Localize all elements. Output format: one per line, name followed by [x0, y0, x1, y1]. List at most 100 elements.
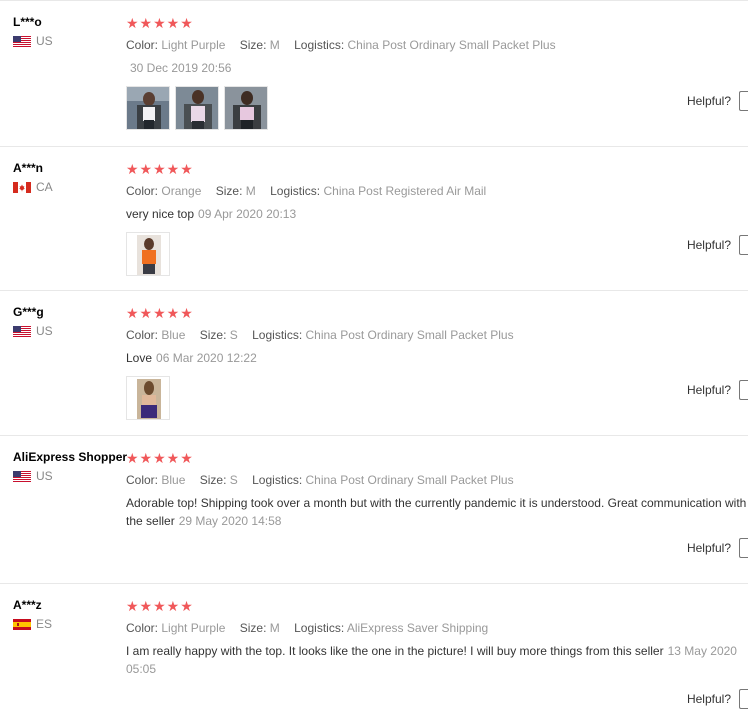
reviewer-info: AliExpress Shopper US: [13, 450, 127, 483]
review-body: ★★★★★ Color: Light Purple Size: M Logist…: [126, 16, 748, 130]
size-key: Size:: [239, 621, 267, 635]
review-content: Love 06 Mar 2020 12:22: [126, 349, 748, 367]
review-photo[interactable]: [224, 86, 268, 130]
review-item: A***n CA ★★★★★ Color: Orange Size: M Log…: [0, 146, 748, 290]
helpful-button[interactable]: [739, 91, 748, 111]
logistics-key: Logistics:: [252, 328, 303, 342]
review-date: 09 Apr 2020 20:13: [198, 207, 297, 221]
review-text: I am really happy with the top. It looks…: [126, 644, 664, 658]
review-photos: [126, 376, 748, 420]
helpful-button[interactable]: [739, 538, 748, 558]
reviewer-country: ES: [13, 617, 125, 631]
size-value: S: [229, 328, 238, 342]
helpful-label: Helpful?: [686, 238, 731, 252]
color-key: Color:: [126, 38, 159, 52]
helpful-label: Helpful?: [686, 383, 731, 397]
reviewer-country: CA: [13, 180, 125, 194]
color-key: Color:: [126, 184, 159, 198]
logistics-value: China Post Registered Air Mail: [323, 184, 487, 198]
color-value: Orange: [161, 184, 202, 198]
color-value: Blue: [161, 473, 186, 487]
review-photo[interactable]: [175, 86, 219, 130]
reviewer-name: A***z: [13, 598, 42, 612]
color-key: Color:: [126, 473, 159, 487]
size-key: Size:: [215, 184, 243, 198]
review-body: ★★★★★ Color: Blue Size: S Logistics: Chi…: [126, 451, 748, 530]
star-rating: ★★★★★: [126, 15, 194, 31]
color-value: Blue: [161, 328, 186, 342]
review-photos: [126, 86, 748, 130]
review-item: L***o US ★★★★★ Color: Light Purple Size:…: [0, 0, 748, 146]
review-date: 29 May 2020 14:58: [178, 514, 282, 528]
es-flag-icon: [13, 618, 31, 630]
size-value: S: [229, 473, 238, 487]
size-value: M: [269, 38, 280, 52]
review-date: 06 Mar 2020 12:22: [156, 351, 257, 365]
reviewer-country: US: [13, 469, 125, 483]
star-rating: ★★★★★: [126, 305, 194, 321]
us-flag-icon: [13, 35, 31, 47]
helpful-label: Helpful?: [686, 94, 731, 108]
star-rating: ★★★★★: [126, 598, 194, 614]
review-item: A***z ES ★★★★★ Color: Light Purple Size:…: [0, 583, 748, 723]
review-body: ★★★★★ Color: Orange Size: M Logistics: C…: [126, 162, 748, 276]
review-text: Love: [126, 351, 153, 365]
order-properties: Color: Orange Size: M Logistics: China P…: [126, 184, 748, 198]
review-list: L***o US ★★★★★ Color: Light Purple Size:…: [0, 0, 748, 723]
logistics-value: China Post Ordinary Small Packet Plus: [305, 473, 514, 487]
logistics-value: China Post Ordinary Small Packet Plus: [305, 328, 514, 342]
country-code: US: [36, 34, 53, 48]
review-content: Adorable top! Shipping took over a month…: [126, 494, 748, 530]
color-key: Color:: [126, 328, 159, 342]
country-code: CA: [36, 180, 53, 194]
reviewer-name: A***n: [13, 161, 44, 175]
logistics-key: Logistics:: [294, 621, 345, 635]
size-value: M: [269, 621, 280, 635]
logistics-value: AliExpress Saver Shipping: [346, 621, 489, 635]
order-properties: Color: Light Purple Size: M Logistics: A…: [126, 621, 748, 635]
star-rating: ★★★★★: [126, 450, 194, 466]
size-key: Size:: [199, 328, 227, 342]
size-key: Size:: [199, 473, 227, 487]
helpful-button[interactable]: [739, 235, 748, 255]
review-body: ★★★★★ Color: Blue Size: S Logistics: Chi…: [126, 306, 748, 420]
country-code: US: [36, 324, 53, 338]
review-item: G***g US ★★★★★ Color: Blue Size: S Logis…: [0, 290, 748, 435]
reviewer-info: G***g US: [13, 305, 125, 338]
helpful-section: Helpful?: [687, 91, 748, 111]
review-photos: [126, 232, 748, 276]
reviewer-name: L***o: [13, 15, 42, 29]
review-item: AliExpress Shopper US ★★★★★ Color: Blue …: [0, 435, 748, 583]
reviewer-country: US: [13, 324, 125, 338]
review-body: ★★★★★ Color: Light Purple Size: M Logist…: [126, 599, 748, 678]
review-text: very nice top: [126, 207, 195, 221]
helpful-section: Helpful?: [687, 689, 748, 709]
size-key: Size:: [239, 38, 267, 52]
review-date: 30 Dec 2019 20:56: [130, 61, 232, 75]
order-properties: Color: Blue Size: S Logistics: China Pos…: [126, 473, 748, 487]
helpful-section: Helpful?: [687, 235, 748, 255]
helpful-label: Helpful?: [686, 692, 731, 706]
review-content: very nice top 09 Apr 2020 20:13: [126, 205, 748, 223]
review-photo[interactable]: [126, 86, 170, 130]
us-flag-icon: [13, 470, 31, 482]
reviewer-info: L***o US: [13, 15, 125, 48]
reviewer-country: US: [13, 34, 125, 48]
helpful-button[interactable]: [739, 689, 748, 709]
reviewer-info: A***n CA: [13, 161, 125, 194]
logistics-key: Logistics:: [294, 38, 345, 52]
ca-flag-icon: [13, 181, 31, 193]
us-flag-icon: [13, 325, 31, 337]
review-content: 30 Dec 2019 20:56: [126, 59, 748, 77]
review-content: I am really happy with the top. It looks…: [126, 642, 748, 678]
size-value: M: [245, 184, 256, 198]
order-properties: Color: Light Purple Size: M Logistics: C…: [126, 38, 748, 52]
helpful-button[interactable]: [739, 380, 748, 400]
country-code: US: [36, 469, 53, 483]
helpful-section: Helpful?: [687, 380, 748, 400]
review-photo[interactable]: [126, 376, 170, 420]
reviewer-name: G***g: [13, 305, 44, 319]
color-value: Light Purple: [161, 621, 226, 635]
review-photo[interactable]: [126, 232, 170, 276]
logistics-value: China Post Ordinary Small Packet Plus: [347, 38, 556, 52]
